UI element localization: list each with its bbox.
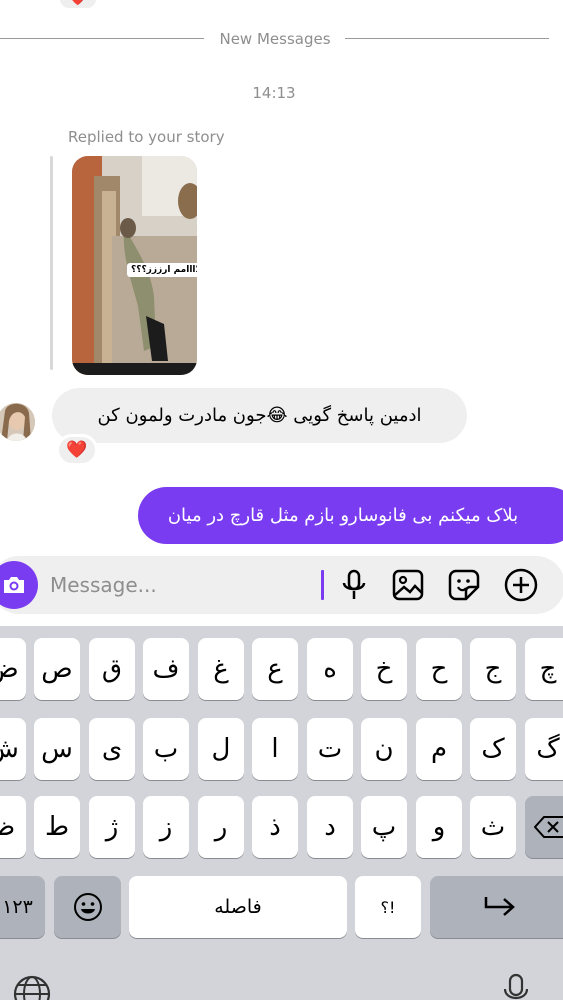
key-row1-5[interactable]: ع xyxy=(252,638,298,700)
numbers-key[interactable]: ۱۲۳ xyxy=(0,876,45,938)
chat-screen: { "chat": { "divider_label": "New Messag… xyxy=(0,0,563,1000)
space-key[interactable]: فاصله xyxy=(129,876,347,938)
dictation-icon xyxy=(503,973,529,1000)
story-caption: سلاااامم ارززز؟؟؟ xyxy=(127,263,197,277)
message-timestamp: 14:13 xyxy=(252,84,296,102)
camera-icon xyxy=(4,577,24,593)
microphone-icon xyxy=(342,569,366,599)
text-cursor xyxy=(321,570,324,600)
backspace-icon xyxy=(534,816,563,838)
key-row2-1[interactable]: ک xyxy=(470,718,516,780)
key-row2-7[interactable]: ب xyxy=(143,718,189,780)
plus-icon xyxy=(504,568,538,602)
key-row2-10[interactable]: ش xyxy=(0,718,26,780)
divider-line-left xyxy=(0,38,204,39)
new-messages-divider: New Messages xyxy=(0,28,563,50)
avatar-image xyxy=(0,403,35,441)
key-row1-10[interactable]: ض xyxy=(0,638,26,700)
sticker-button[interactable] xyxy=(446,567,482,603)
globe-key[interactable] xyxy=(12,974,52,1000)
key-row1-0[interactable]: چ xyxy=(525,638,563,700)
new-messages-label: New Messages xyxy=(219,30,331,48)
key-row1-2[interactable]: ح xyxy=(416,638,462,700)
key-row2-9[interactable]: س xyxy=(34,718,80,780)
key-row3-5[interactable]: ر xyxy=(198,796,244,858)
heart-reaction[interactable]: ❤️ xyxy=(56,434,98,466)
key-row2-3[interactable]: ن xyxy=(361,718,407,780)
key-row3-9[interactable]: ظ xyxy=(0,796,26,858)
gallery-button[interactable] xyxy=(390,567,426,603)
key-row2-8[interactable]: ی xyxy=(89,718,135,780)
emoji-icon xyxy=(73,893,102,921)
punctuation-key[interactable]: ؟! xyxy=(355,876,421,938)
key-row1-8[interactable]: ق xyxy=(89,638,135,700)
avatar[interactable] xyxy=(0,403,35,441)
key-row2-5[interactable]: ا xyxy=(252,718,298,780)
story-thumbnail[interactable]: سلاااامم ارززز؟؟؟ xyxy=(72,156,197,375)
previous-reaction-heart: ❤️ xyxy=(58,0,98,10)
globe-icon xyxy=(13,975,51,1000)
key-row3-4[interactable]: ذ xyxy=(252,796,298,858)
key-row3-8[interactable]: ط xyxy=(34,796,80,858)
microphone-button[interactable] xyxy=(336,567,372,603)
key-row3-2[interactable]: پ xyxy=(361,796,407,858)
more-button[interactable] xyxy=(503,567,539,603)
key-row2-4[interactable]: ت xyxy=(307,718,353,780)
key-row1-6[interactable]: غ xyxy=(198,638,244,700)
incoming-message-bubble[interactable]: ادمین پاسخ گویی 😂جون مادرت ولمون کن xyxy=(52,388,467,443)
reply-quote-bar xyxy=(50,156,53,370)
key-row2-0[interactable]: گ xyxy=(525,718,563,780)
key-row1-9[interactable]: ص xyxy=(34,638,80,700)
outgoing-message-bubble[interactable]: بلاک میکنم بی فانوسارو بازم مثل قارچ در … xyxy=(138,487,563,544)
backspace-key[interactable] xyxy=(525,796,563,858)
keyboard: چجحخهعغفقصض گکمنتالبیسش ثوپدذرزژطظ ۱۲۳ ف… xyxy=(0,626,563,1000)
return-icon xyxy=(484,897,515,916)
key-row1-4[interactable]: ه xyxy=(307,638,353,700)
key-row1-1[interactable]: ج xyxy=(470,638,516,700)
divider-line-right xyxy=(345,38,549,39)
key-row3-7[interactable]: ژ xyxy=(89,796,135,858)
key-row1-7[interactable]: ف xyxy=(143,638,189,700)
key-row3-3[interactable]: د xyxy=(307,796,353,858)
gallery-icon xyxy=(392,569,424,601)
key-row2-2[interactable]: م xyxy=(416,718,462,780)
message-input[interactable] xyxy=(50,568,310,602)
story-reply-label: Replied to your story xyxy=(68,128,225,146)
dictation-key[interactable] xyxy=(500,971,532,1000)
key-row1-3[interactable]: خ xyxy=(361,638,407,700)
key-row3-6[interactable]: ز xyxy=(143,796,189,858)
key-row3-0[interactable]: ث xyxy=(470,796,516,858)
key-row2-6[interactable]: ل xyxy=(198,718,244,780)
key-row3-1[interactable]: و xyxy=(416,796,462,858)
emoji-key[interactable] xyxy=(54,876,121,938)
return-key[interactable] xyxy=(430,876,563,938)
sticker-icon xyxy=(448,569,480,601)
